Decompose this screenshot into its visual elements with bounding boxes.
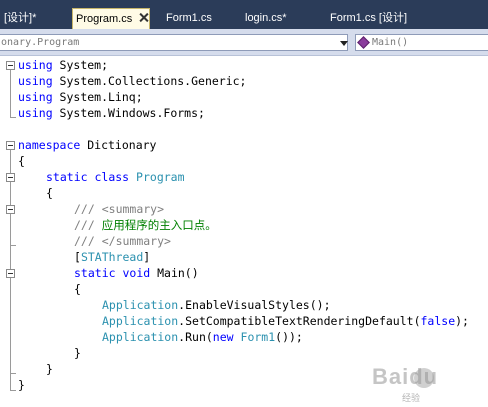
code-line: /// 应用程序的主入口点。 [0, 217, 488, 233]
document-tab-strip: [设计]* Program.cs Form1.cs login.cs* Form… [0, 0, 488, 29]
code-text: .EnableVisualStyles(); [178, 298, 331, 312]
comment-text: 应用程序的主入口点。 [101, 218, 217, 232]
keyword: using [18, 106, 53, 120]
chevron-down-icon[interactable] [340, 41, 348, 46]
tab-label: [设计]* [4, 12, 37, 24]
code-text: System.Windows.Forms; [52, 106, 205, 120]
keyword: new [212, 330, 234, 344]
member-selector-value: Main() [372, 37, 409, 48]
code-text: } [46, 362, 53, 376]
baidu-watermark: Baidu 经验 [372, 364, 484, 404]
navigation-bar: onary.Program Main() [0, 29, 488, 56]
tab-form1-designer[interactable]: Form1.cs [设计] [326, 10, 407, 29]
code-text: { [46, 186, 53, 200]
keyword: namespace [18, 138, 81, 152]
keyword: void [122, 266, 151, 280]
keyword: using [18, 58, 53, 72]
code-text: { [74, 282, 81, 296]
code-line: namespace Dictionary [0, 137, 488, 153]
keyword: static [74, 266, 116, 280]
tab-designer-partial[interactable]: [设计]* [0, 10, 36, 29]
watermark-subtitle: 经验 [402, 394, 421, 404]
keyword: class [94, 170, 130, 184]
keyword: static [46, 170, 88, 184]
code-line: { [0, 281, 488, 297]
tab-login-cs[interactable]: login.cs* [241, 10, 287, 29]
code-line: using System; [0, 57, 488, 73]
code-line: Application.SetCompatibleTextRenderingDe… [0, 313, 488, 329]
doc-comment-tag: <summary> [101, 202, 165, 216]
type-name: Application [102, 330, 179, 344]
method-icon [357, 36, 370, 49]
type-name: Application [102, 298, 179, 312]
type-name: Form1 [240, 330, 276, 344]
code-text: ()); [275, 330, 303, 344]
code-editor[interactable]: using System; using System.Collections.G… [0, 57, 488, 407]
code-line: static void Main() [0, 265, 488, 281]
code-text: } [74, 346, 81, 360]
keyword: false [420, 314, 456, 328]
code-text: Main() [150, 266, 199, 280]
code-line: [STAThread] [0, 249, 488, 265]
doc-comment-slashes: /// [74, 202, 95, 216]
type-selector-dropdown[interactable]: onary.Program [0, 34, 348, 51]
code-line: using System.Collections.Generic; [0, 73, 488, 89]
code-line: /// <summary> [0, 201, 488, 217]
code-text: { [18, 154, 25, 168]
type-name: Application [102, 314, 179, 328]
tab-label: Form1.cs [设计] [330, 12, 408, 24]
type-name: STAThread [80, 250, 144, 264]
doc-comment-slashes: /// [74, 218, 95, 232]
code-line: } [0, 345, 488, 361]
code-line: { [0, 153, 488, 169]
code-text: [ [74, 250, 81, 264]
member-selector-dropdown[interactable]: Main() [355, 34, 488, 51]
tab-program-cs[interactable]: Program.cs [72, 8, 151, 29]
doc-comment-tag: </summary> [101, 234, 171, 248]
tab-form1-cs[interactable]: Form1.cs [162, 10, 212, 29]
code-line: using System.Linq; [0, 89, 488, 105]
doc-comment-slashes: /// [74, 234, 95, 248]
keyword: using [18, 90, 53, 104]
code-text: ); [455, 314, 469, 328]
code-line: { [0, 185, 488, 201]
tab-label: Form1.cs [166, 12, 212, 24]
close-icon[interactable] [138, 12, 149, 23]
keyword: using [18, 74, 53, 88]
type-selector-value: onary.Program [1, 37, 80, 48]
code-line: using System.Windows.Forms; [0, 105, 488, 121]
code-text: .Run( [178, 330, 213, 344]
code-line: Application.Run(new Form1()); [0, 329, 488, 345]
tab-label: login.cs* [245, 12, 287, 24]
code-line: Application.EnableVisualStyles(); [0, 297, 488, 313]
code-text: System.Collections.Generic; [52, 74, 247, 88]
code-text: .SetCompatibleTextRenderingDefault( [178, 314, 421, 328]
type-name: Program [136, 170, 185, 184]
code-text: ] [143, 250, 151, 264]
code-text: Dictionary [80, 138, 157, 152]
code-text: } [18, 378, 25, 392]
code-text: System.Linq; [52, 90, 143, 104]
tab-label: Program.cs [76, 13, 133, 25]
paw-icon [414, 368, 434, 388]
code-line: /// </summary> [0, 233, 488, 249]
code-line: static class Program [0, 169, 488, 185]
code-text: System; [52, 58, 109, 72]
